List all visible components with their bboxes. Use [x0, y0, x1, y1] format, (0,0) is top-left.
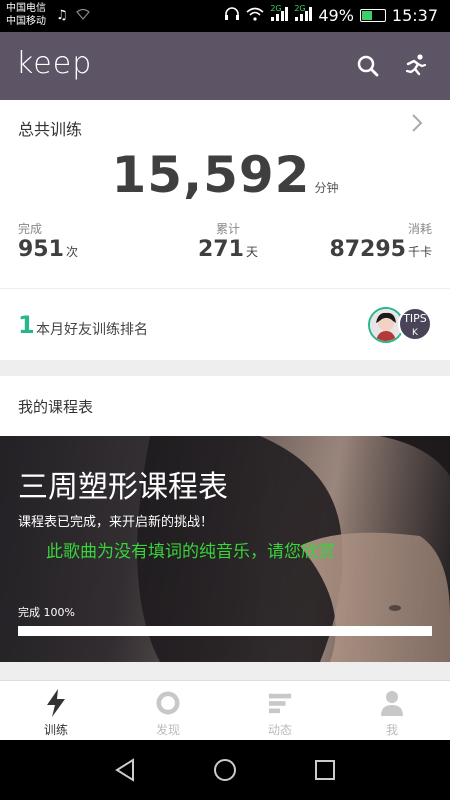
course-title: 三周塑形课程表 — [18, 470, 228, 505]
music-note-icon: ♫ — [56, 8, 68, 23]
no-wifi-icon — [76, 8, 90, 24]
tab-training[interactable]: 训练 — [0, 681, 112, 741]
stat-value: 87295 — [329, 237, 406, 262]
back-button[interactable] — [111, 756, 139, 784]
course-progress-bar — [18, 626, 432, 636]
feed-lines-icon — [268, 689, 292, 717]
stat-value: 951 — [18, 237, 64, 262]
carrier-1: 中国电信 — [6, 3, 46, 14]
stat-unit: 千卡 — [407, 245, 432, 259]
search-icon — [357, 55, 379, 77]
tips-sub-label: K — [412, 328, 418, 338]
bottom-tab-bar: 训练 发现 动态 我 — [0, 680, 450, 740]
tab-label: 训练 — [43, 723, 68, 737]
stat-cumulative-days: 累计 271 天 — [198, 220, 258, 262]
stat-completed: 完成 951 次 — [18, 220, 78, 262]
carrier-2: 中国移动 — [6, 16, 46, 27]
tab-feed[interactable]: 动态 — [224, 681, 336, 741]
course-section-title: 我的课程表 — [18, 398, 94, 416]
stat-value: 271 — [198, 237, 244, 262]
total-training-label: 总共训练 — [18, 120, 83, 139]
keep-logo: keep — [16, 46, 93, 81]
tab-label: 动态 — [267, 723, 292, 737]
status-bar: 中国电信 中国移动 ♫ 2G 2G 49% 15:37 — [0, 0, 450, 32]
tab-label: 我 — [385, 723, 398, 737]
person-icon — [380, 689, 404, 717]
course-section-header: 我的课程表 — [0, 376, 450, 436]
headphones-icon — [224, 6, 240, 25]
network-type-1: 2G — [270, 3, 282, 13]
network-type-2: 2G — [294, 3, 306, 13]
tips-badge[interactable]: TIPS K — [398, 307, 432, 341]
home-button[interactable] — [211, 756, 239, 784]
recents-square-icon — [315, 760, 335, 780]
tips-label: TIPS — [403, 312, 427, 325]
chevron-right-icon[interactable] — [410, 112, 424, 140]
tab-label: 发现 — [155, 723, 180, 737]
tab-me[interactable]: 我 — [336, 681, 448, 741]
status-icons: 2G 2G 49% 15:37 — [224, 3, 438, 25]
friend-rank-row[interactable]: 1 本月好友训练排名 TIPS K — [0, 288, 450, 360]
lightning-icon — [44, 689, 68, 717]
stat-label: 消耗 — [407, 222, 432, 236]
total-training-card[interactable]: 总共训练 15,592 分钟 完成 951 次 累计 271 天 消耗 87295 千卡 — [0, 100, 450, 288]
system-nav-bar — [0, 740, 450, 800]
carrier-names: 中国电信 中国移动 — [6, 2, 46, 28]
discover-ring-icon — [156, 689, 180, 717]
course-subtitle: 课程表已完成，来开启新的挑战！ — [18, 515, 214, 530]
stat-unit: 天 — [245, 245, 258, 259]
stat-label: 完成 — [18, 222, 43, 236]
total-minutes: 15,592 分钟 — [0, 146, 450, 204]
battery-percent: 49% — [318, 6, 354, 25]
total-minutes-unit: 分钟 — [314, 181, 339, 195]
course-progress-label: 完成 100% — [18, 606, 75, 619]
signal-1-icon: 2G — [270, 3, 289, 25]
stat-label: 累计 — [215, 222, 240, 236]
clock: 15:37 — [391, 6, 438, 25]
recents-button[interactable] — [311, 756, 339, 784]
signal-2-icon: 2G — [294, 3, 313, 25]
rank-number: 1 — [18, 311, 35, 339]
tab-discover[interactable]: 发现 — [112, 681, 224, 741]
wifi-icon — [246, 7, 264, 25]
running-icon — [405, 54, 427, 76]
battery-icon — [359, 9, 386, 22]
stat-calories: 消耗 87295 千卡 — [329, 220, 432, 262]
total-minutes-value: 15,592 — [111, 146, 311, 204]
course-progress-fill — [18, 626, 432, 636]
search-button[interactable] — [352, 50, 384, 82]
start-run-button[interactable] — [400, 50, 432, 82]
lyric-overlay-text: 此歌曲为没有填词的纯音乐，请您欣赏 — [46, 542, 335, 562]
course-banner[interactable]: 三周塑形课程表 课程表已完成，来开启新的挑战！ 此歌曲为没有填词的纯音乐，请您欣… — [0, 436, 450, 662]
back-triangle-icon — [115, 758, 134, 782]
rank-label: 本月好友训练排名 — [36, 322, 148, 338]
stat-unit: 次 — [65, 245, 78, 259]
app-bar: keep — [0, 32, 450, 100]
home-circle-icon — [214, 759, 236, 781]
